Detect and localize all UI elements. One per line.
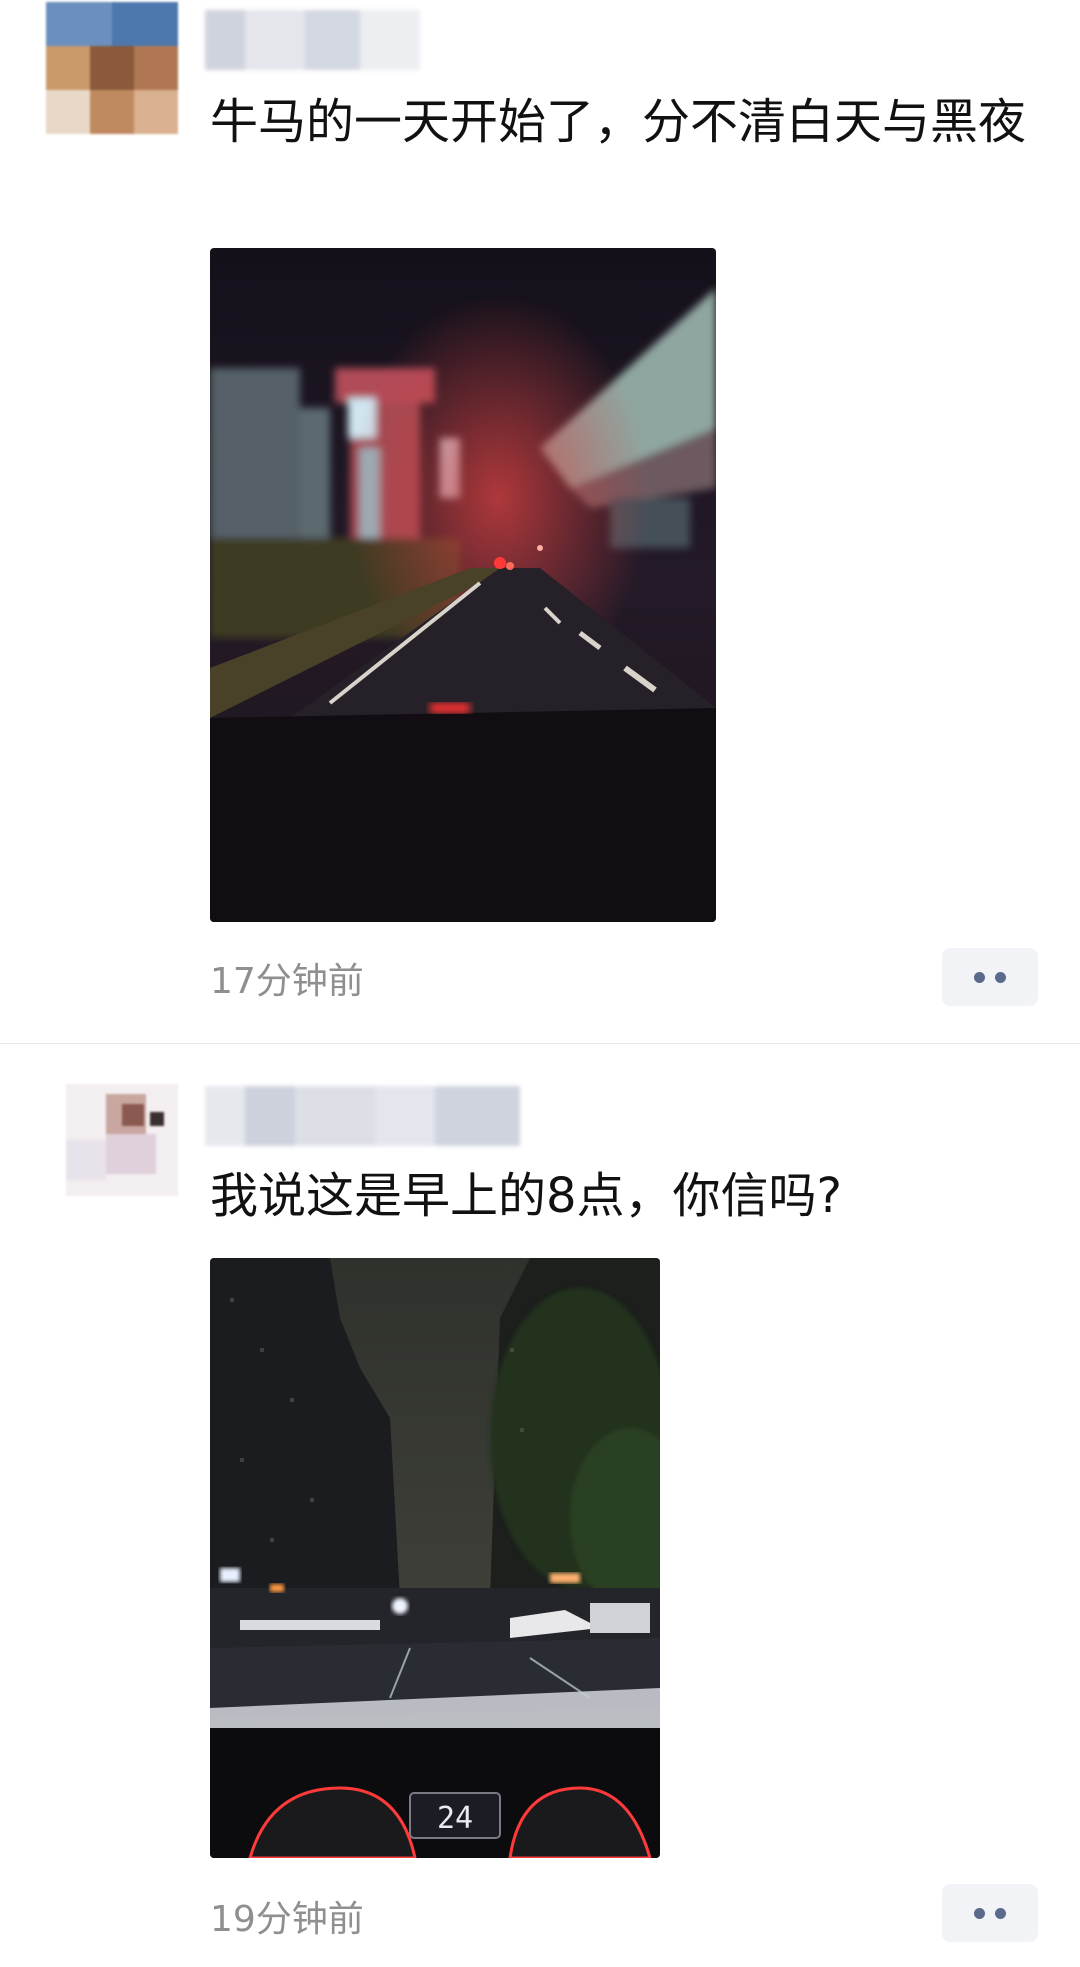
author-name[interactable]: [205, 10, 420, 70]
post-photo[interactable]: [210, 248, 716, 922]
dark-city-street-photo: 24: [210, 1258, 660, 1858]
more-dots-icon: [974, 971, 985, 983]
post-time: 17分钟前: [210, 961, 364, 1002]
avatar[interactable]: [46, 2, 178, 134]
post-time: 19分钟前: [210, 1899, 364, 1940]
avatar[interactable]: [66, 1084, 178, 1196]
more-button[interactable]: [942, 1884, 1038, 1942]
more-button[interactable]: [942, 948, 1038, 1006]
author-name[interactable]: [205, 1086, 520, 1146]
night-highway-photo: [210, 248, 716, 922]
more-dots-icon: [974, 1907, 985, 1919]
moment-post: 我说这是早上的8点，你信吗? 24 19分钟前: [0, 1044, 1080, 1967]
moment-post: 牛马的一天开始了，分不清白天与黑夜 17分钟前: [0, 0, 1080, 1043]
post-text: 我说这是早上的8点，你信吗?: [210, 1168, 843, 1224]
more-dots-icon: [995, 971, 1006, 983]
speed-readout: 24: [437, 1801, 473, 1836]
more-dots-icon: [995, 1907, 1006, 1919]
post-photo[interactable]: 24: [210, 1258, 660, 1858]
post-text: 牛马的一天开始了，分不清白天与黑夜: [210, 94, 1027, 150]
